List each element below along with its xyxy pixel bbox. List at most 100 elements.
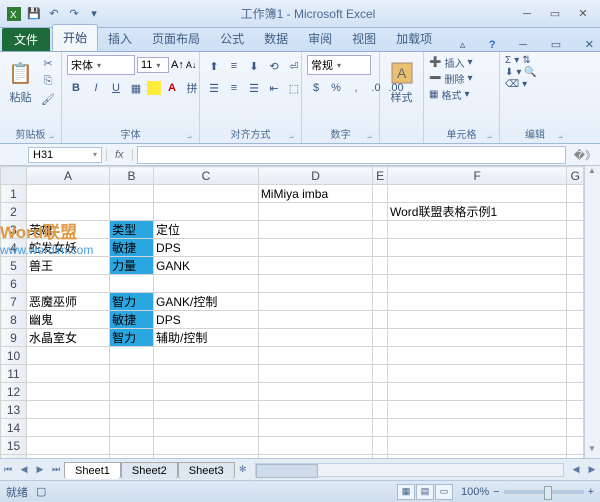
cell-D5[interactable] <box>258 257 373 275</box>
cell-C14[interactable] <box>154 419 259 437</box>
copy-icon[interactable]: ⎘ <box>40 73 56 89</box>
cell-F14[interactable] <box>388 419 567 437</box>
align-top-icon[interactable]: ⬆ <box>205 57 223 75</box>
phonetic-button[interactable]: 拼 <box>183 79 201 97</box>
cell-D14[interactable] <box>258 419 373 437</box>
cell-B11[interactable] <box>110 365 154 383</box>
currency-icon[interactable]: $ <box>307 79 325 97</box>
row-header-5[interactable]: 5 <box>1 257 27 275</box>
restore-button[interactable]: ▭ <box>542 6 568 22</box>
col-header-A[interactable]: A <box>27 167 110 185</box>
cell-B12[interactable] <box>110 383 154 401</box>
align-center-icon[interactable]: ≡ <box>225 79 243 97</box>
cell-E4[interactable] <box>373 239 388 257</box>
zoom-out-icon[interactable]: − <box>493 486 499 498</box>
cell-D6[interactable] <box>258 275 373 293</box>
cell-A2[interactable] <box>27 203 110 221</box>
tab-review[interactable]: 审阅 <box>298 26 342 51</box>
cell-A5[interactable]: 兽王 <box>27 257 110 275</box>
cell-B7[interactable]: 智力 <box>110 293 154 311</box>
grow-font-icon[interactable]: A↑ <box>171 59 184 71</box>
row-header-3[interactable]: 3 <box>1 221 27 239</box>
select-all-corner[interactable] <box>1 167 27 185</box>
cell-C1[interactable] <box>154 185 259 203</box>
cell-B13[interactable] <box>110 401 154 419</box>
orientation-icon[interactable]: ⟲ <box>265 57 283 75</box>
comma-icon[interactable]: , <box>347 79 365 97</box>
shrink-font-icon[interactable]: A↓ <box>186 60 197 70</box>
normal-view-icon[interactable]: ▦ <box>397 484 415 500</box>
align-left-icon[interactable]: ☰ <box>205 79 223 97</box>
expand-formula-icon[interactable]: �》 <box>570 147 600 163</box>
cell-C16[interactable] <box>154 455 259 459</box>
cell-D15[interactable] <box>258 437 373 455</box>
cell-G11[interactable] <box>567 365 584 383</box>
cell-G12[interactable] <box>567 383 584 401</box>
sheet-tab-3[interactable]: Sheet3 <box>178 462 235 479</box>
row-header-13[interactable]: 13 <box>1 401 27 419</box>
doc-close-icon[interactable]: ✕ <box>585 38 594 51</box>
cell-A13[interactable] <box>27 401 110 419</box>
cell-E11[interactable] <box>373 365 388 383</box>
new-sheet-icon[interactable]: ✻ <box>235 462 251 478</box>
cell-A6[interactable] <box>27 275 110 293</box>
cell-E13[interactable] <box>373 401 388 419</box>
cell-C8[interactable]: DPS <box>154 311 259 329</box>
cell-A3[interactable]: 英雄 <box>27 221 110 239</box>
cell-E2[interactable] <box>373 203 388 221</box>
row-header-9[interactable]: 9 <box>1 329 27 347</box>
cell-D13[interactable] <box>258 401 373 419</box>
italic-button[interactable]: I <box>87 79 105 97</box>
cell-G4[interactable] <box>567 239 584 257</box>
font-name-combo[interactable]: 宋体 <box>67 55 135 75</box>
vertical-scrollbar[interactable]: ▲ ▼ <box>584 166 600 458</box>
cell-A7[interactable]: 恶魔巫师 <box>27 293 110 311</box>
cell-D12[interactable] <box>258 383 373 401</box>
cell-B1[interactable] <box>110 185 154 203</box>
name-box[interactable]: H31 <box>28 147 102 163</box>
save-icon[interactable]: 💾 <box>25 5 43 23</box>
first-sheet-icon[interactable]: ⏮ <box>0 462 16 478</box>
cell-F8[interactable] <box>388 311 567 329</box>
sheet-tab-2[interactable]: Sheet2 <box>121 462 178 479</box>
cell-F9[interactable] <box>388 329 567 347</box>
clear-button[interactable]: ⌫▾ <box>505 79 537 90</box>
cell-B3[interactable]: 类型 <box>110 221 154 239</box>
close-button[interactable]: ✕ <box>570 6 596 22</box>
percent-icon[interactable]: % <box>327 79 345 97</box>
cell-G13[interactable] <box>567 401 584 419</box>
col-header-F[interactable]: F <box>388 167 567 185</box>
paste-button[interactable]: 📋 粘贴 <box>5 55 36 105</box>
row-header-4[interactable]: 4 <box>1 239 27 257</box>
font-size-combo[interactable]: 11 <box>137 57 169 73</box>
cell-A11[interactable] <box>27 365 110 383</box>
cell-D10[interactable] <box>258 347 373 365</box>
cell-A16[interactable] <box>27 455 110 459</box>
page-layout-view-icon[interactable]: ▤ <box>416 484 434 500</box>
cell-G3[interactable] <box>567 221 584 239</box>
cell-D3[interactable] <box>258 221 373 239</box>
cell-G5[interactable] <box>567 257 584 275</box>
cell-F1[interactable] <box>388 185 567 203</box>
help-icon[interactable]: ? <box>489 39 496 51</box>
format-painter-icon[interactable]: 🖌 <box>40 91 56 107</box>
minimize-button[interactable]: ─ <box>514 6 540 22</box>
cell-C15[interactable] <box>154 437 259 455</box>
align-right-icon[interactable]: ☰ <box>245 79 263 97</box>
cell-F2[interactable]: Word联盟表格示例1 <box>388 203 567 221</box>
cell-C10[interactable] <box>154 347 259 365</box>
cell-G15[interactable] <box>567 437 584 455</box>
cell-C4[interactable]: DPS <box>154 239 259 257</box>
cell-A14[interactable] <box>27 419 110 437</box>
cell-B5[interactable]: 力量 <box>110 257 154 275</box>
cell-G16[interactable] <box>567 455 584 459</box>
cell-B9[interactable]: 智力 <box>110 329 154 347</box>
cell-E15[interactable] <box>373 437 388 455</box>
qat-more-icon[interactable]: ▾ <box>85 5 103 23</box>
cell-C6[interactable] <box>154 275 259 293</box>
col-header-D[interactable]: D <box>258 167 373 185</box>
macro-record-icon[interactable]: ▢ <box>36 485 46 498</box>
row-header-12[interactable]: 12 <box>1 383 27 401</box>
cell-A9[interactable]: 水晶室女 <box>27 329 110 347</box>
cell-E9[interactable] <box>373 329 388 347</box>
